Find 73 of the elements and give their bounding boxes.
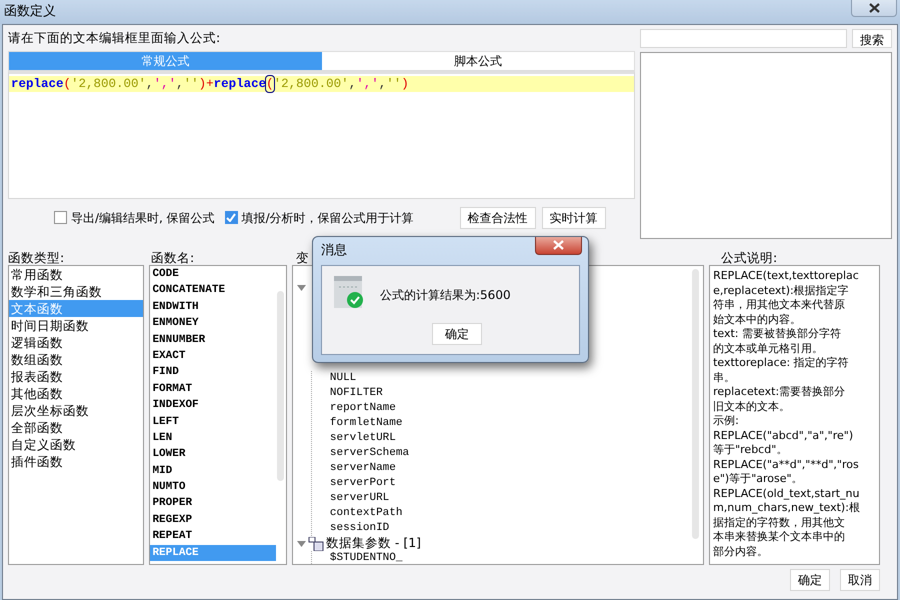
tree-item[interactable]: formletName [330, 416, 704, 431]
tree-item[interactable]: $STUDENTNO_ [330, 551, 704, 564]
list-item[interactable]: CODE [150, 266, 286, 282]
list-item[interactable]: 数学和三角函数 [9, 283, 144, 300]
list-item[interactable]: REGEXP [150, 512, 286, 528]
list-item[interactable]: 数组函数 [9, 351, 144, 368]
list-item[interactable]: LEFT [150, 414, 286, 430]
checkbox[interactable] [54, 211, 67, 224]
list-item[interactable]: 层次坐标函数 [9, 402, 144, 419]
panel-label: 变 [296, 250, 309, 265]
list-item[interactable]: 报表函数 [9, 368, 144, 385]
tree-item[interactable]: serverSchema [330, 446, 704, 461]
tree-item[interactable]: contextPath [330, 506, 704, 521]
close-icon [868, 2, 880, 13]
dataset-icon [308, 536, 324, 550]
close-icon [553, 240, 564, 250]
list-item[interactable]: 逻辑函数 [9, 334, 144, 351]
list-item[interactable]: 时间日期函数 [9, 317, 144, 334]
search-button[interactable]: 搜索 [852, 29, 892, 48]
list-item[interactable]: CONCATENATE [150, 282, 286, 299]
tree-node[interactable]: 数据集参数 - [1] [326, 534, 422, 553]
window-title: 函数定义 [4, 3, 56, 22]
option-label: 填报/分析时，保留公式用于计算 [242, 210, 414, 227]
list-item[interactable]: PROPER [150, 495, 286, 512]
tree-item[interactable]: reportName [330, 401, 704, 416]
scrollbar[interactable] [692, 269, 700, 539]
panel-label: 函数名: [151, 250, 194, 265]
dialog-button[interactable]: 确定 [790, 569, 830, 591]
list-item[interactable]: 全部函数 [9, 419, 144, 436]
dialog-button[interactable]: 取消 [840, 569, 880, 591]
list-item[interactable]: 插件函数 [9, 453, 144, 470]
panel-label: 公式说明: [721, 250, 778, 265]
success-icon [334, 276, 364, 308]
tree-item[interactable]: serverURL [330, 491, 704, 506]
list-item[interactable]: LEN [150, 430, 286, 446]
search-field[interactable] [640, 29, 847, 48]
prompt-label: 请在下面的文本编辑框里面输入公式: [8, 29, 222, 47]
list-item[interactable]: LOWER [150, 446, 286, 463]
list-item[interactable]: ENDWITH [150, 298, 286, 316]
formula-tab[interactable]: 脚本公式 [322, 52, 634, 70]
list-item[interactable]: REPEAT [150, 528, 286, 545]
list-item[interactable]: ENMONEY [150, 315, 286, 332]
tree-item[interactable]: sessionID [330, 521, 704, 536]
ok-button[interactable]: 确定 [432, 323, 482, 345]
list-item[interactable]: FIND [150, 364, 286, 381]
list-item[interactable]: INDEXOF [150, 397, 286, 414]
list-item[interactable]: MID [150, 462, 286, 480]
close-button[interactable] [535, 237, 582, 255]
expand-arrow-icon[interactable] [296, 284, 306, 290]
message-text: 公式的计算结果为:5600 [380, 287, 511, 304]
tree-item[interactable]: serverPort [330, 476, 704, 491]
panel-label: 函数类型: [8, 250, 64, 265]
list-item[interactable]: ENNUMBER [150, 332, 286, 348]
action-button[interactable]: 实时计算 [542, 206, 606, 229]
list-item[interactable]: NUMTO [150, 479, 286, 496]
tree-item[interactable]: NULL [330, 371, 704, 386]
tree-item[interactable]: serverName [330, 461, 704, 476]
tree-item[interactable]: NOFILTER [330, 386, 704, 401]
checkbox[interactable] [224, 211, 238, 224]
scrollbar[interactable] [276, 291, 284, 481]
dialog-title: 消息 [321, 242, 348, 260]
option-label: 导出/编辑结果时, 保留公式 [71, 210, 215, 227]
list-item[interactable]: EXACT [150, 348, 286, 364]
list-item[interactable]: FORMAT [150, 380, 286, 398]
list-item[interactable]: 常用函数 [9, 266, 144, 283]
close-button[interactable] [851, 0, 897, 17]
formula-editor[interactable]: replace('2,800.00',',','')+replace('2,800.00',',','') [8, 70, 635, 199]
expand-arrow-icon[interactable] [296, 540, 306, 546]
tree-item[interactable]: servletURL [330, 431, 704, 446]
description-text: REPLACE(text,texttoreplac e,replacetext):根据指定字 符串，用其他文本来代替原 始文本中的内容。 text: 需要被替换部分字符 的文本或单元格引用。 texttoreplace: 指定的字符 串。 replacetext:需要替换部分 旧文本的文本。 示例: REPLACE("abcd","a","re") 等于"rebcd"。 REPLACE("a**d","**d","ros e")等于"arose"。 REPLACE(old_text,start_nu m,num_chars,new_text):根 据指定的字符数，用其他文 本串来替换某个文本串中的 部分内容。 [713, 269, 861, 559]
list-item[interactable]: 其他函数 [9, 385, 144, 402]
action-button[interactable]: 检查合法性 [460, 206, 536, 229]
list-item[interactable]: 自定义函数 [9, 436, 144, 453]
